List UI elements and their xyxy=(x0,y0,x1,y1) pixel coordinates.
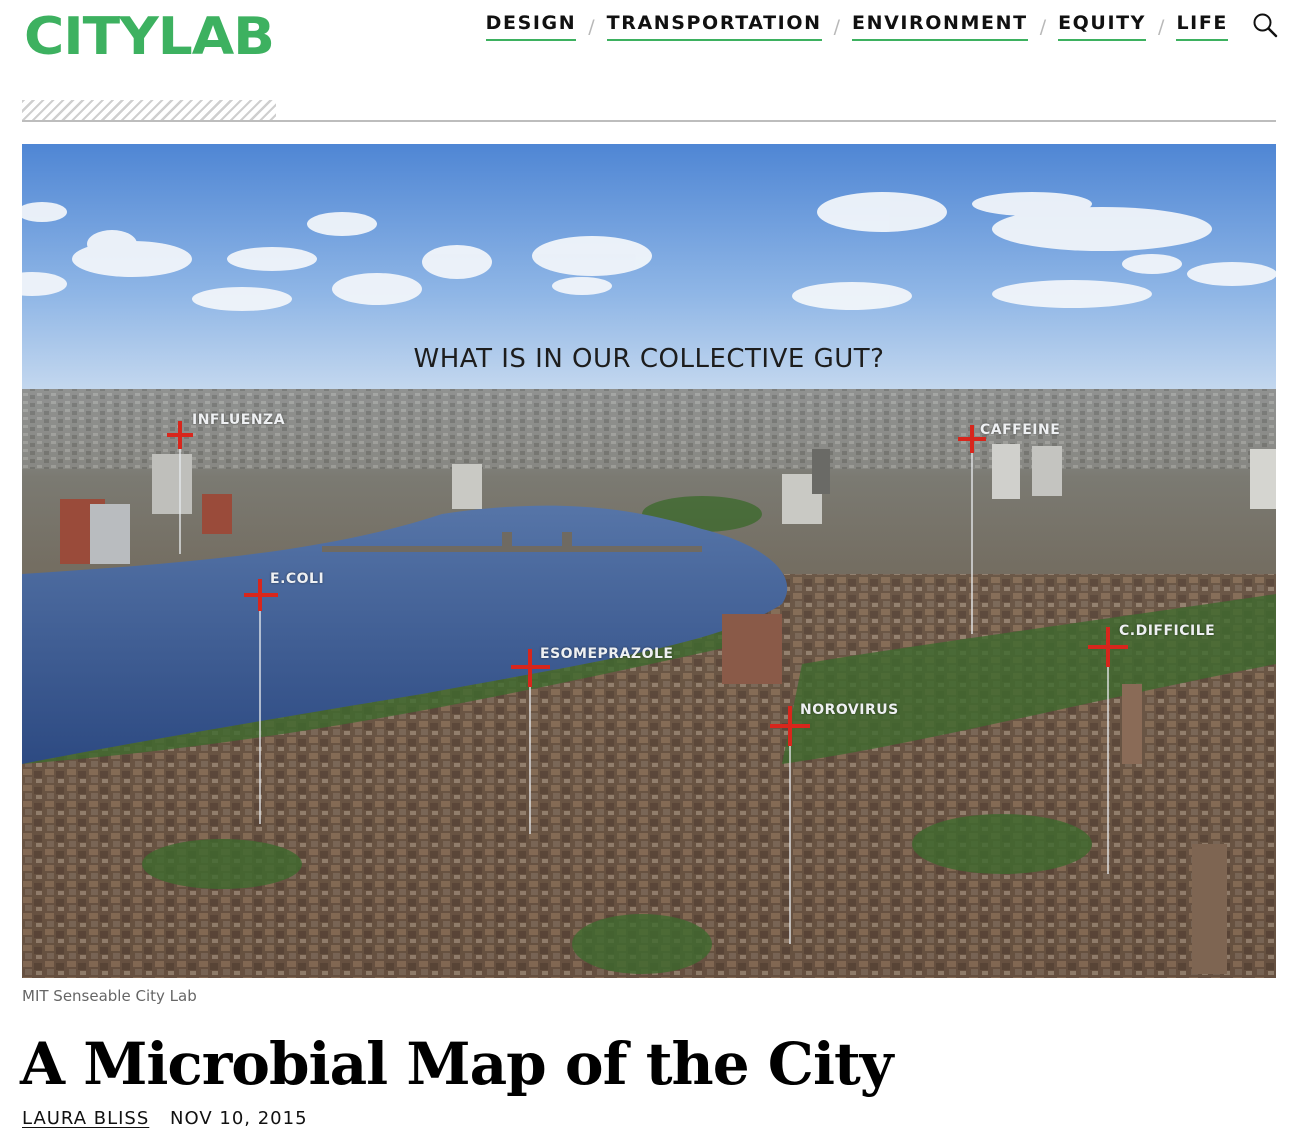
nav-transportation[interactable]: TRANSPORTATION xyxy=(606,12,822,41)
nav-separator: / xyxy=(588,15,595,38)
site-header: CITYLAB DESIGN / TRANSPORTATION / ENVIRO… xyxy=(0,0,1296,70)
search-icon[interactable] xyxy=(1252,12,1278,38)
image-headline: WHAT IS IN OUR COLLECTIVE GUT? xyxy=(413,344,885,374)
marker-label-cdifficile: C.DIFFICILE xyxy=(1119,623,1216,639)
byline: LAURA BLISS NOV 10, 2015 xyxy=(22,1108,308,1129)
section-divider xyxy=(22,120,1276,122)
decorative-hatch xyxy=(22,100,276,120)
nav-equity[interactable]: EQUITY xyxy=(1058,12,1147,41)
nav-environment[interactable]: ENVIRONMENT xyxy=(852,12,1028,41)
nav-separator: / xyxy=(1039,15,1047,38)
nav-life[interactable]: LIFE xyxy=(1176,12,1228,41)
svg-text:CITYLAB: CITYLAB xyxy=(24,10,274,60)
image-caption: MIT Senseable City Lab xyxy=(22,987,197,1005)
hero-image: WHAT IS IN OUR COLLECTIVE GUT? INFLUENZA… xyxy=(22,144,1276,978)
marker-label-norovirus: NOROVIRUS xyxy=(800,702,899,718)
citylab-logo[interactable]: CITYLAB xyxy=(24,10,276,60)
nav-separator: / xyxy=(833,15,840,38)
publish-date: NOV 10, 2015 xyxy=(170,1108,308,1129)
marker-label-esomeprazole: ESOMEPRAZOLE xyxy=(540,646,674,662)
article-title: A Microbial Map of the City xyxy=(20,1030,893,1098)
nav-design[interactable]: DESIGN xyxy=(485,12,577,41)
author-link[interactable]: LAURA BLISS xyxy=(22,1108,149,1129)
marker-label-caffeine: CAFFEINE xyxy=(980,422,1061,438)
nav-separator: / xyxy=(1158,15,1165,38)
main-nav: DESIGN / TRANSPORTATION / ENVIRONMENT / … xyxy=(485,12,1228,41)
city-aerial-photo xyxy=(22,144,1276,978)
marker-label-influenza: INFLUENZA xyxy=(192,412,286,428)
marker-label-ecoli: E.COLI xyxy=(270,571,325,587)
